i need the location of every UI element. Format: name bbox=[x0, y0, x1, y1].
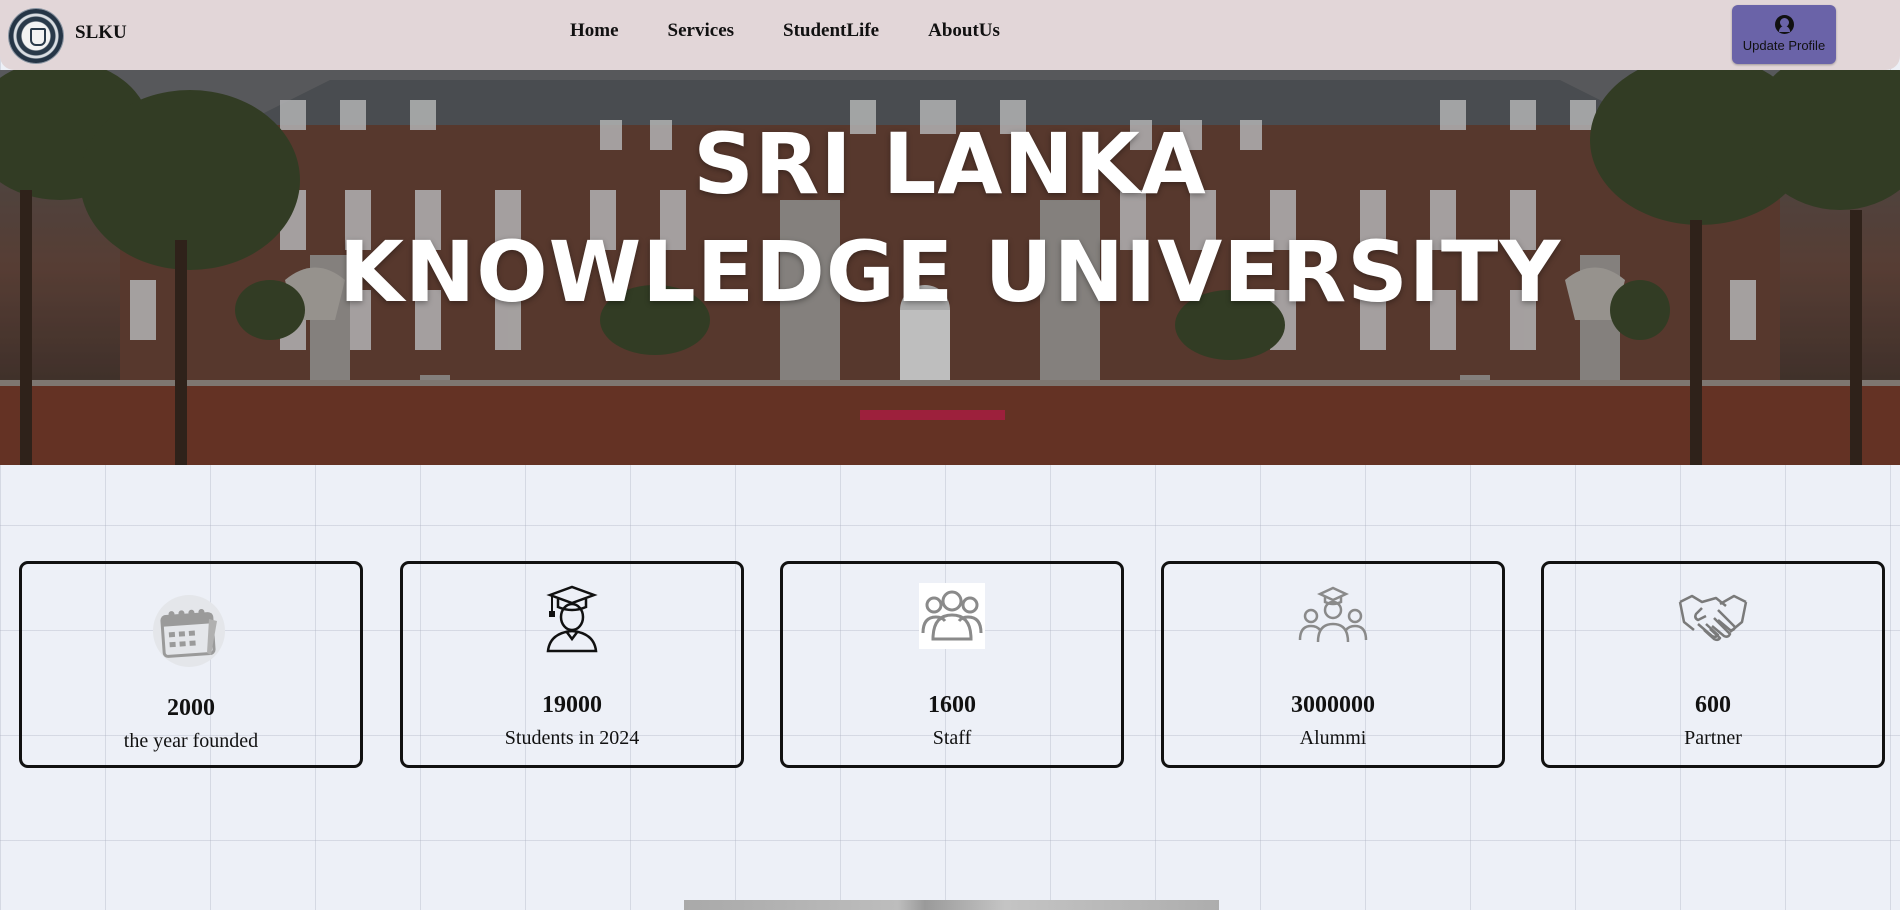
stat-card-partners: 600 Partner bbox=[1541, 561, 1885, 768]
graduate-icon bbox=[403, 585, 741, 656]
update-profile-button[interactable]: Update Profile bbox=[1732, 5, 1836, 64]
nav-link-studentlife[interactable]: StudentLife bbox=[783, 20, 879, 42]
calendar-icon bbox=[22, 586, 360, 667]
stat-value-founded: 2000 bbox=[167, 695, 215, 721]
people-group-icon bbox=[783, 583, 1121, 656]
navbar: SLKU Home Services StudentLife AboutUs U… bbox=[0, 0, 1900, 70]
hero-title-line1: SRI LANKA bbox=[693, 115, 1207, 213]
stat-card-founded: 2000 the year founded bbox=[19, 561, 363, 768]
stat-label-staff: Staff bbox=[932, 727, 972, 749]
nav-link-services[interactable]: Services bbox=[668, 20, 734, 42]
stat-value-staff: 1600 bbox=[928, 692, 976, 718]
stat-card-students: 19000 Students in 2024 bbox=[400, 561, 744, 768]
stat-value-partners: 600 bbox=[1695, 692, 1731, 718]
user-profile-icon bbox=[1775, 15, 1794, 34]
brand-name[interactable]: SLKU bbox=[75, 22, 127, 44]
stat-value-alumni: 3000000 bbox=[1291, 692, 1375, 718]
nav-link-home[interactable]: Home bbox=[570, 20, 619, 42]
update-profile-label: Update Profile bbox=[1742, 38, 1826, 53]
nav-link-aboutus[interactable]: AboutUs bbox=[928, 20, 1000, 42]
stat-card-staff: 1600 Staff bbox=[780, 561, 1124, 768]
bottom-image-preview bbox=[684, 900, 1219, 910]
stat-label-founded: the year founded bbox=[123, 730, 259, 752]
stat-label-alumni: Alummi bbox=[1299, 727, 1367, 749]
stat-value-students: 19000 bbox=[542, 692, 602, 718]
handshake-icon bbox=[1544, 586, 1882, 656]
stat-card-alumni: 3000000 Alummi bbox=[1161, 561, 1505, 768]
hero-title-line2: KNOWLEDGE UNIVERSITY bbox=[338, 223, 1562, 321]
nav-links: Home Services StudentLife AboutUs bbox=[570, 20, 1000, 42]
stat-label-students: Students in 2024 bbox=[504, 727, 640, 749]
hero-title: SRI LANKA KNOWLEDGE UNIVERSITY bbox=[0, 110, 1900, 326]
alumni-icon bbox=[1164, 586, 1502, 656]
university-logo-icon[interactable] bbox=[9, 9, 63, 63]
hero-banner: SRI LANKA KNOWLEDGE UNIVERSITY bbox=[0, 70, 1900, 465]
stat-label-partners: Partner bbox=[1684, 727, 1742, 749]
stats-section: 2000 the year founded 19000 Students in … bbox=[19, 561, 1885, 768]
